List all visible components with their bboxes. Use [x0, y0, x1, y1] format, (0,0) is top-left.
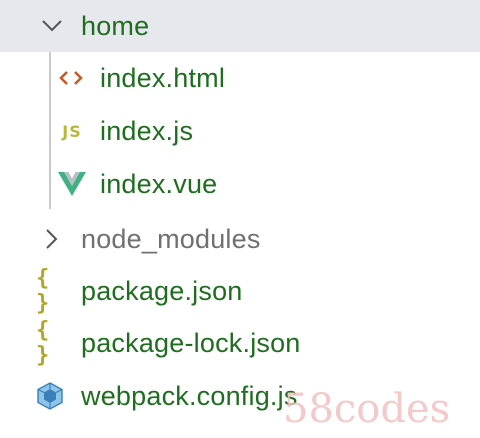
folder-label: home [81, 11, 150, 41]
file-row-index-html[interactable]: index.html [0, 52, 480, 104]
file-row-index-vue[interactable]: index.vue [0, 158, 480, 210]
js-icon: JS [62, 121, 82, 141]
folder-row-node-modules[interactable]: node_modules [0, 213, 480, 265]
file-row-index-js[interactable]: JS index.js [0, 105, 480, 157]
vue-icon [58, 158, 86, 210]
webpack-icon [36, 370, 64, 422]
file-label: webpack.config.js [81, 381, 298, 411]
file-label: index.js [100, 116, 194, 146]
file-row-package-json[interactable]: { } package.json [0, 265, 480, 317]
watermark: 58codes [283, 386, 451, 432]
chevron-right-icon[interactable] [42, 213, 62, 265]
json-icon: { } [36, 318, 53, 368]
folder-label: node_modules [81, 224, 261, 254]
file-label: index.html [100, 63, 226, 93]
html-icon [58, 52, 84, 104]
chevron-down-icon[interactable] [38, 0, 66, 52]
file-label: package.json [81, 276, 243, 306]
file-row-package-lock-json[interactable]: { } package-lock.json [0, 317, 480, 369]
file-label: index.vue [100, 169, 218, 199]
json-icon: { } [36, 266, 53, 316]
folder-row-home[interactable]: home [0, 0, 480, 52]
file-label: package-lock.json [81, 328, 301, 358]
file-explorer: home index.html JS index.js index.vue no… [0, 0, 480, 438]
